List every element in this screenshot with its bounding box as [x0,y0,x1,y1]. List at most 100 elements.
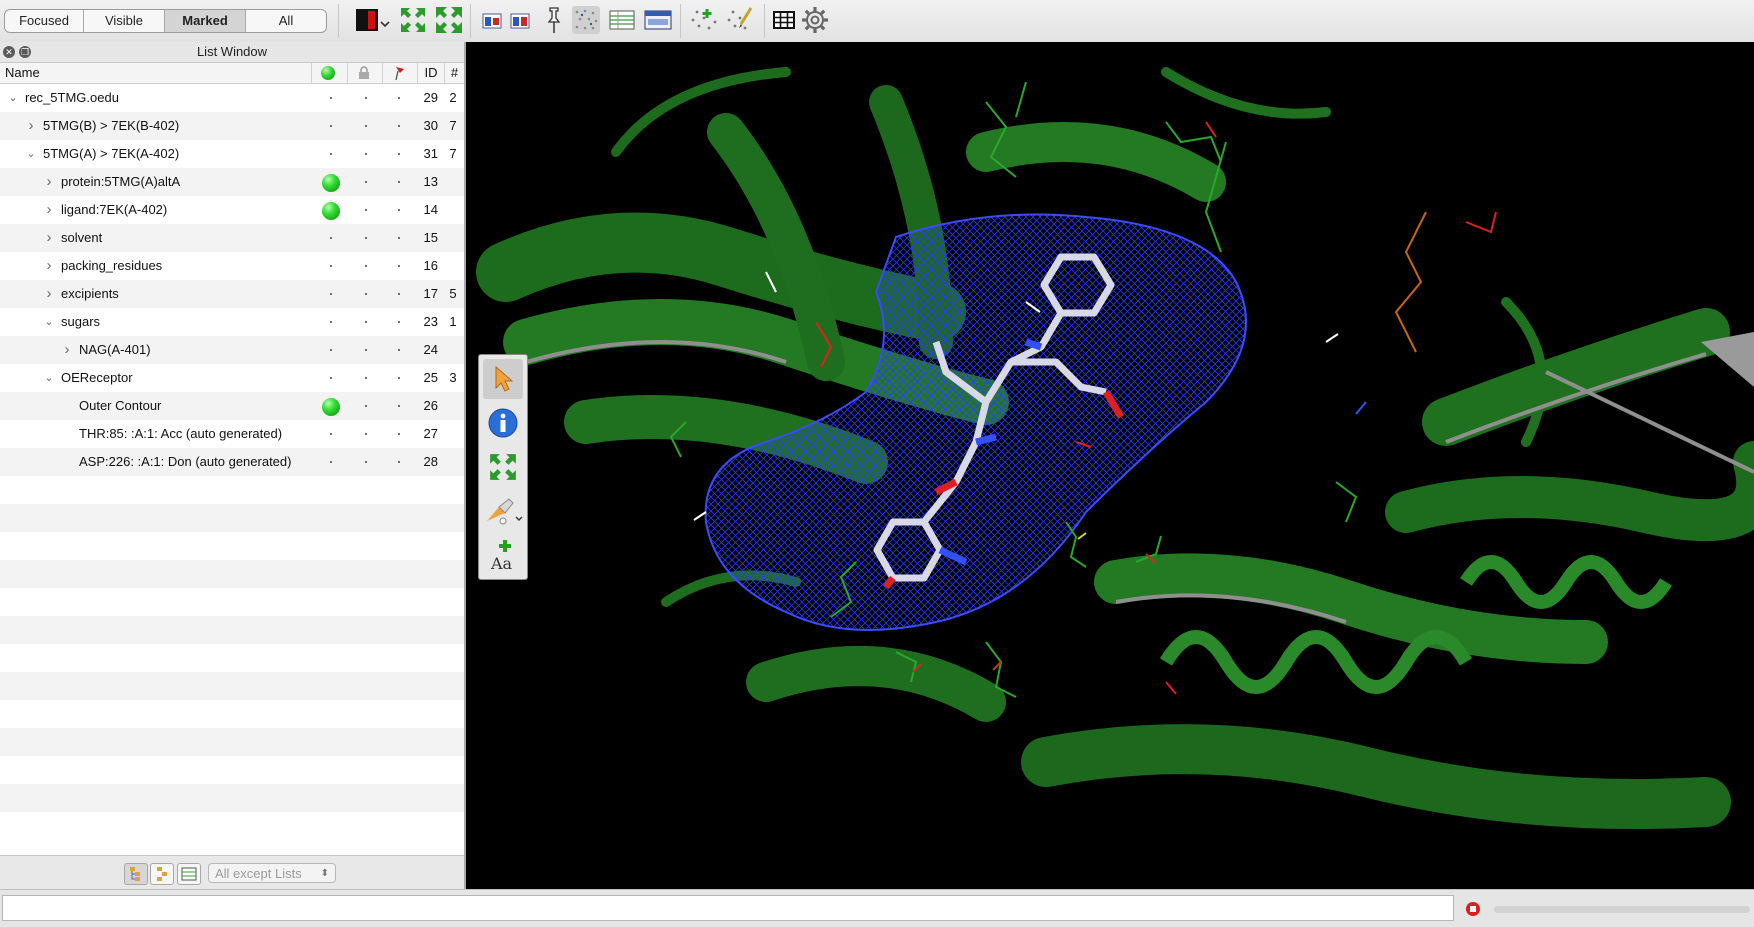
visibility-off-dot[interactable] [330,321,332,323]
chevron-right-icon[interactable]: › [42,224,56,252]
visibility-off-dot[interactable] [330,349,332,351]
chevron-right-icon[interactable]: › [42,280,56,308]
detach-window-icon[interactable]: ❐ [19,46,31,58]
chevron-right-icon[interactable]: › [42,196,56,224]
chevron-right-icon[interactable]: › [42,168,56,196]
lock-toggle-dot[interactable] [365,237,367,239]
mark-toggle-dot[interactable] [398,181,400,183]
mark-toggle-dot[interactable] [398,349,400,351]
segment-marked[interactable]: Marked [165,10,246,32]
lock-toggle-dot[interactable] [365,433,367,435]
view-mode-a-button[interactable] [478,6,506,34]
column-count[interactable]: # [445,63,464,83]
lock-toggle-dot[interactable] [365,153,367,155]
list-row[interactable]: › 5TMG(B) > 7EK(B-402) 30 7 [0,112,464,140]
mark-toggle-dot[interactable] [398,265,400,267]
chevron-right-icon[interactable]: › [24,112,38,140]
segment-visible[interactable]: Visible [84,10,165,32]
lock-toggle-dot[interactable] [365,349,367,351]
fit-to-view-button[interactable] [399,6,427,34]
mark-toggle-dot[interactable] [398,97,400,99]
column-lock[interactable] [348,63,383,83]
segment-focused[interactable]: Focused [5,10,84,32]
chevron-down-icon[interactable]: ⌄ [6,84,20,112]
list-row[interactable]: THR:85: :A:1: Acc (auto generated) 27 [0,420,464,448]
list-row[interactable]: Outer Contour 26 [0,392,464,420]
grid-window-button[interactable] [644,6,672,34]
spreadsheet-button[interactable] [608,6,636,34]
view-mode-b-button[interactable] [506,6,534,34]
column-visibility[interactable] [313,63,348,83]
visibility-on-icon[interactable] [322,174,340,192]
list-row[interactable]: ASP:226: :A:1: Don (auto generated) 28 [0,448,464,476]
visibility-off-dot[interactable] [330,125,332,127]
lock-toggle-dot[interactable] [365,321,367,323]
mark-toggle-dot[interactable] [398,377,400,379]
paint-tool[interactable] [483,491,523,531]
lock-toggle-dot[interactable] [365,293,367,295]
mark-toggle-dot[interactable] [398,209,400,211]
lock-toggle-dot[interactable] [365,405,367,407]
column-name[interactable]: Name [0,63,312,83]
chevron-right-icon[interactable]: › [60,336,74,364]
visibility-off-dot[interactable] [330,265,332,267]
measure-button[interactable] [726,6,754,34]
mark-toggle-dot[interactable] [398,293,400,295]
center-view-tool[interactable] [483,447,523,487]
segment-all[interactable]: All [246,10,326,32]
list-row[interactable]: › ligand:7EK(A-402) 14 [0,196,464,224]
visibility-off-dot[interactable] [330,461,332,463]
list-row[interactable]: ⌄ OEReceptor 25 3 [0,364,464,392]
pin-button[interactable] [540,6,568,34]
visibility-off-dot[interactable] [330,237,332,239]
list-row[interactable]: › protein:5TMG(A)altA 13 [0,168,464,196]
visibility-on-icon[interactable] [322,398,340,416]
add-label-tool[interactable]: Aa [483,535,523,575]
chevron-right-icon[interactable]: › [42,252,56,280]
list-row[interactable]: ⌄ sugars 23 1 [0,308,464,336]
hydrogens-toggle[interactable] [572,6,600,34]
add-atoms-button[interactable] [690,6,718,34]
visibility-on-icon[interactable] [322,202,340,220]
lock-toggle-dot[interactable] [365,209,367,211]
flat-view-button[interactable] [150,863,174,885]
close-icon[interactable]: ✕ [3,46,15,58]
column-id[interactable]: ID [418,63,445,83]
stop-button[interactable] [1462,898,1484,920]
visibility-off-dot[interactable] [330,97,332,99]
visibility-off-dot[interactable] [330,293,332,295]
lock-toggle-dot[interactable] [365,181,367,183]
mark-toggle-dot[interactable] [398,405,400,407]
list-row[interactable]: ⌄ rec_5TMG.oedu 29 2 [0,84,464,112]
chevron-down-icon[interactable]: ⌄ [42,364,56,392]
lock-toggle-dot[interactable] [365,265,367,267]
chevron-down-icon[interactable]: ⌄ [42,308,56,336]
tree-view-button[interactable] [124,863,148,885]
info-tool[interactable] [483,403,523,443]
visibility-off-dot[interactable] [330,377,332,379]
list-row[interactable]: › packing_residues 16 [0,252,464,280]
table-button[interactable] [770,6,798,34]
mark-toggle-dot[interactable] [398,153,400,155]
mark-toggle-dot[interactable] [398,461,400,463]
list-filter-select[interactable]: All except Lists ⬍ [208,863,336,883]
list-row[interactable]: › NAG(A-401) 24 [0,336,464,364]
command-input[interactable] [2,895,1454,921]
visibility-off-dot[interactable] [330,433,332,435]
lock-toggle-dot[interactable] [365,377,367,379]
mark-toggle-dot[interactable] [398,321,400,323]
expand-view-button[interactable] [435,6,463,34]
color-scheme-button[interactable] [352,6,392,34]
mark-toggle-dot[interactable] [398,433,400,435]
lock-toggle-dot[interactable] [365,125,367,127]
table-view-button[interactable] [177,863,201,885]
column-marked[interactable] [383,63,418,83]
list-row[interactable]: › excipients 17 5 [0,280,464,308]
lock-toggle-dot[interactable] [365,461,367,463]
visibility-off-dot[interactable] [330,153,332,155]
chevron-down-icon[interactable]: ⌄ [24,140,38,168]
pointer-tool[interactable] [483,359,523,399]
settings-button[interactable] [801,6,829,34]
mark-toggle-dot[interactable] [398,125,400,127]
list-row[interactable]: › solvent 15 [0,224,464,252]
